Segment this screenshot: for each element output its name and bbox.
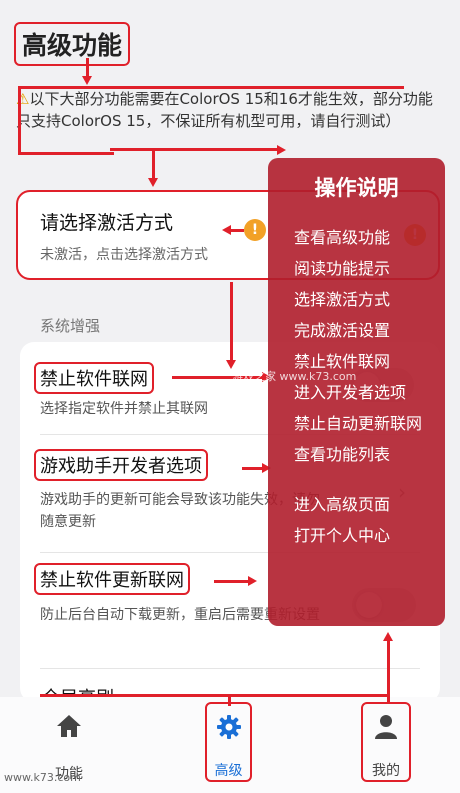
- annotation-line: [387, 640, 390, 702]
- tab-mine[interactable]: 我的: [361, 702, 411, 782]
- overlay-title: 操作说明: [314, 176, 399, 200]
- overlay-step: 禁止自动更新联网: [294, 414, 423, 433]
- person-icon: [375, 715, 397, 739]
- block-network-title[interactable]: 禁止软件联网: [34, 362, 154, 394]
- activation-subtitle: 未激活，点击选择激活方式: [40, 247, 208, 263]
- section-label: 系统增强: [40, 317, 101, 335]
- divider: [40, 668, 420, 669]
- overlay-step: 阅读功能提示: [294, 259, 391, 278]
- overlay-step: 查看功能列表: [294, 445, 391, 464]
- overlay-step: 打开个人中心: [294, 526, 391, 545]
- annotation-line: [18, 86, 404, 89]
- annotation-line: [230, 282, 233, 362]
- block-update-network-title[interactable]: 禁止软件更新联网: [34, 563, 190, 595]
- annotation-arrow: [248, 576, 257, 586]
- annotation-line: [86, 58, 89, 78]
- annotation-line: [230, 229, 244, 232]
- activation-title: 请选择激活方式: [40, 212, 174, 234]
- notice-body: 以下大部分功能需要在ColorOS 15和16才能生效，部分功能只支持Color…: [16, 90, 433, 130]
- annotation-line: [242, 467, 262, 470]
- annotation-arrow: [277, 145, 286, 155]
- home-icon: [57, 715, 81, 737]
- watermark-logo: k73: [168, 378, 222, 408]
- overlay-step: 选择激活方式: [294, 290, 391, 309]
- annotation-line: [18, 86, 21, 154]
- tab-advanced[interactable]: 高级: [205, 702, 252, 782]
- overlay-step: 完成激活设置: [294, 321, 391, 340]
- annotation-arrow: [82, 76, 92, 85]
- game-dev-options-title[interactable]: 游戏助手开发者选项: [34, 449, 208, 481]
- watermark-text: 游戏之家 www.k73.com: [232, 370, 357, 383]
- overlay-step: 查看高级功能: [294, 228, 391, 247]
- annotation-line: [110, 148, 278, 151]
- page-title: 高级功能: [14, 22, 131, 66]
- annotation-line: [40, 694, 388, 697]
- annotation-line: [228, 694, 231, 706]
- overlay-step: 进入高级页面: [294, 495, 391, 514]
- annotation-line: [18, 152, 114, 155]
- annotation-arrow: [383, 632, 393, 641]
- tab-advanced-label: 高级: [214, 763, 243, 779]
- annotation-arrow: [148, 178, 158, 187]
- gear-icon: [216, 715, 241, 739]
- annotation-line: [152, 150, 155, 180]
- instructions-overlay: 操作说明 查看高级功能 阅读功能提示 选择激活方式 完成激活设置 禁止软件联网 …: [268, 158, 445, 626]
- notice-text: ⚠以下大部分功能需要在ColorOS 15和16才能生效，部分功能只支持Colo…: [16, 88, 444, 132]
- tab-mine-label: 我的: [372, 763, 400, 779]
- annotation-warning-icon: !: [244, 219, 266, 241]
- annotation-line: [214, 580, 248, 583]
- watermark-url: www.k73.com: [4, 771, 81, 784]
